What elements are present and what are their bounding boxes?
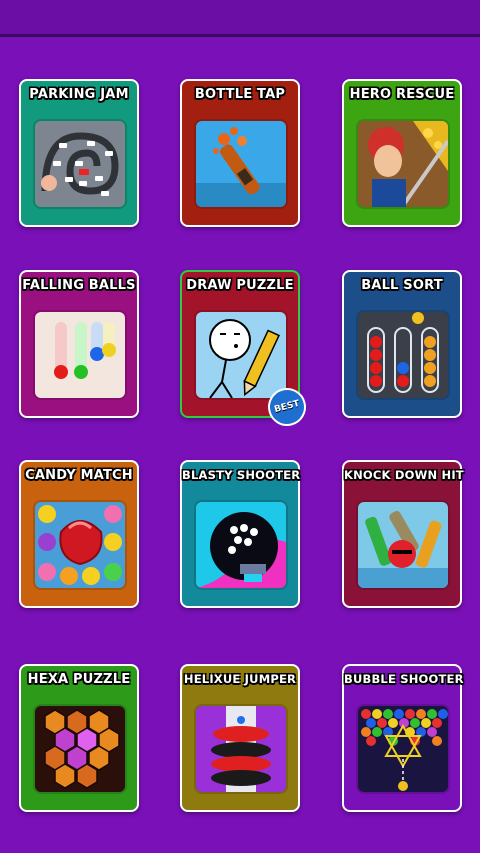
game-card-bottle-tap[interactable]: BOTTLE TAP (180, 79, 300, 227)
hero-rescue-icon (358, 121, 448, 207)
game-card-helix-jumper[interactable]: HELIXUE JUMPER (180, 664, 300, 812)
blasty-shooter-icon (196, 502, 286, 588)
game-card-ball-sort[interactable]: BALL SORT (342, 270, 462, 418)
game-card-candy-match[interactable]: CANDY MATCH (19, 460, 139, 608)
game-title: HELIXUE JUMPER (183, 672, 297, 686)
ball-sort-icon (358, 312, 448, 398)
game-title: HEXA PUZZLE (27, 672, 131, 687)
game-card-bubble-shooter[interactable]: BUBBLE SHOOTER (342, 664, 464, 812)
game-title: FALLING BALLS (22, 278, 136, 293)
game-title: PARKING JAM (29, 87, 129, 102)
bottle-tap-icon (196, 121, 286, 207)
game-card-knock-down-hit[interactable]: KNOCK DOWN HIT (342, 460, 464, 608)
game-card-blasty-shooter[interactable]: BLASTY SHOOTER (180, 460, 300, 608)
game-card-draw-puzzle[interactable]: DRAW PUZZLE BEST (180, 270, 311, 431)
game-grid: PARKING JAM BOTTLE TAP HERO RESCUE FALLI… (0, 0, 480, 853)
bubble-shooter-icon (358, 706, 448, 792)
game-title: BALL SORT (361, 278, 443, 293)
draw-puzzle-icon (196, 312, 286, 398)
game-title: CANDY MATCH (25, 468, 133, 483)
game-card-parking-jam[interactable]: PARKING JAM (19, 79, 139, 227)
helix-jumper-icon (196, 706, 286, 792)
game-title: BOTTLE TAP (194, 87, 286, 102)
game-title: BUBBLE SHOOTER (344, 672, 464, 686)
game-card-hero-rescue[interactable]: HERO RESCUE (342, 79, 462, 227)
game-title: KNOCK DOWN HIT (344, 468, 464, 482)
game-title: HERO RESCUE (349, 87, 455, 102)
game-card-falling-balls[interactable]: FALLING BALLS (19, 270, 139, 418)
parking-jam-icon (35, 121, 125, 207)
knock-down-hit-icon (358, 502, 448, 588)
candy-match-icon (35, 502, 125, 588)
game-title: DRAW PUZZLE (186, 278, 294, 293)
falling-balls-icon (35, 312, 125, 398)
hexa-puzzle-icon (35, 706, 125, 792)
game-title: BLASTY SHOOTER (182, 468, 301, 482)
game-card-hexa-puzzle[interactable]: HEXA PUZZLE (19, 664, 139, 812)
